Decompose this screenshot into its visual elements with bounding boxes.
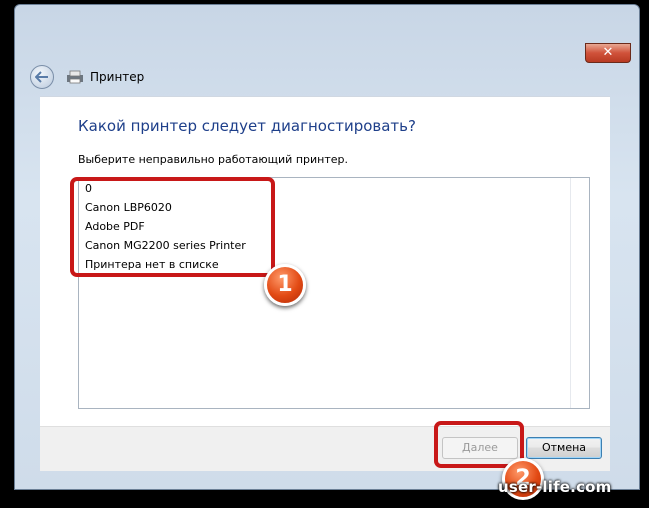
close-icon: ✕	[602, 45, 614, 60]
close-button[interactable]: ✕	[585, 43, 631, 63]
back-button[interactable]	[30, 65, 54, 89]
list-highlight-annotation	[70, 177, 275, 277]
printer-icon	[66, 70, 84, 84]
navigation-bar: Принтер	[30, 64, 144, 90]
step-1-badge: 1	[264, 264, 306, 306]
watermark-text: user-life.com	[498, 478, 612, 496]
listbox-scrollbar[interactable]	[570, 178, 589, 408]
window-title: Принтер	[90, 70, 145, 84]
page-title: Какой принтер следует диагностировать?	[78, 117, 416, 135]
instruction-text: Выберите неправильно работающий принтер.	[78, 153, 348, 166]
screenshot-frame: ✕ Принтер Какой принтер следует диагност…	[0, 0, 649, 508]
cancel-button[interactable]: Отмена	[526, 437, 602, 459]
back-arrow-icon	[35, 71, 48, 83]
